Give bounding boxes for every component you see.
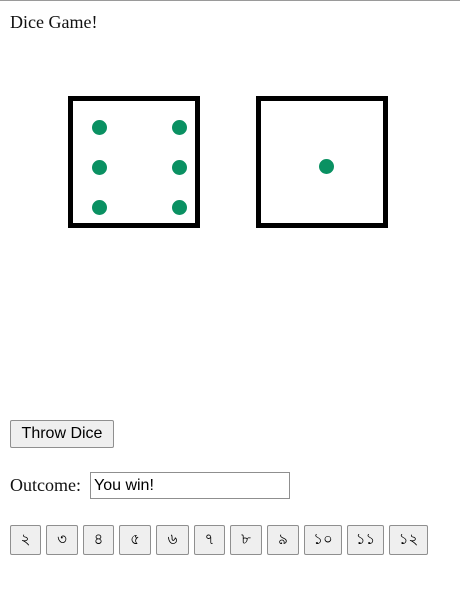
bet-button-6[interactable]: ৬	[156, 525, 189, 555]
bet-button-4[interactable]: ৪	[83, 525, 114, 555]
page-title: Dice Game!	[10, 12, 98, 32]
bet-button-8[interactable]: ৮	[230, 525, 262, 555]
die-2	[256, 96, 388, 228]
bet-button-12[interactable]: ১২	[389, 525, 428, 555]
die-1-pip	[172, 160, 187, 175]
die-2-pip	[319, 159, 334, 174]
outcome-label: Outcome:	[10, 475, 81, 495]
bet-button-9[interactable]: ৯	[267, 525, 299, 555]
bet-button-5[interactable]: ৫	[119, 525, 151, 555]
throw-dice-button[interactable]: Throw Dice	[10, 420, 114, 448]
top-divider	[0, 0, 460, 1]
die-1-pip	[92, 200, 107, 215]
bet-button-3[interactable]: ৩	[46, 525, 78, 555]
bet-button-10[interactable]: ১০	[304, 525, 342, 555]
die-1	[68, 96, 200, 228]
outcome-field[interactable]	[90, 472, 290, 499]
die-1-pip	[172, 120, 187, 135]
bet-button-2[interactable]: ২	[10, 525, 41, 555]
die-1-pip	[172, 200, 187, 215]
die-1-pip	[92, 120, 107, 135]
bet-button-7[interactable]: ৭	[194, 525, 225, 555]
die-1-pip	[92, 160, 107, 175]
bet-button-11[interactable]: ১১	[347, 525, 384, 555]
